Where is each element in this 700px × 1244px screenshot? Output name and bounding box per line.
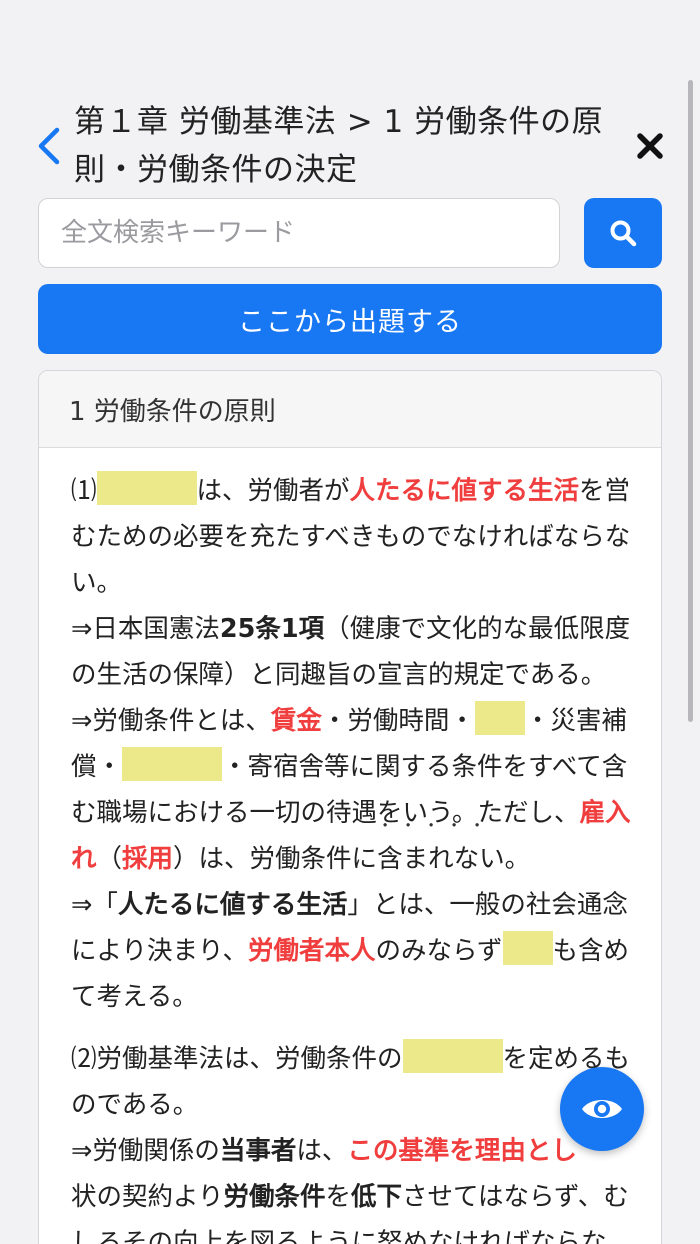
keyword-red: この基準を理由とし (347, 1136, 577, 1166)
page-title-line-2: 則・労働条件の決定 (74, 152, 358, 188)
text: ・寄宿舎等に関する条件をすべて含 (222, 752, 628, 782)
text-line: のである。 (71, 1090, 199, 1120)
text-line: むための必要を充たすべきものでなければならな (71, 522, 631, 552)
card-header-title: 1 労働条件の原則 (69, 396, 276, 427)
text: 状の契約より (71, 1182, 224, 1212)
text: は、労働者が (196, 476, 350, 506)
search-input[interactable] (38, 198, 560, 268)
text: ）は、労働条件に (173, 844, 378, 874)
toggle-answers-button[interactable] (560, 1067, 644, 1151)
text: させてはならず、む (402, 1182, 629, 1212)
text: を営 (579, 476, 631, 506)
text-line: て考える。 (71, 982, 198, 1012)
keyword-bold: 人たるに値する生活 (117, 890, 348, 920)
card-header: 1 労働条件の原則 (39, 371, 661, 448)
keyword-red: れ (71, 844, 97, 874)
text-line: 償・ ・寄宿舎等に関する条件をすべて含 (71, 744, 631, 790)
text: ⇒「 (71, 890, 118, 920)
text-line: い。 (71, 568, 123, 598)
keyword-red: 採用 (122, 844, 174, 874)
text-line: しろその向上を図るように努めなければならな (71, 1228, 607, 1244)
text: ⇒日本国憲法 (71, 614, 220, 644)
hidden-answer-blank[interactable] (474, 701, 525, 735)
text-line: ⇒日本国憲法25条1項（健康で文化的な最低限度 (71, 606, 631, 652)
screen: 第１章 労働基準法 > 1 労働条件の原 則・労働条件の決定 ここから出題する … (0, 0, 700, 1244)
keyword-bold: 25条1項 (219, 614, 325, 644)
text: は、 (296, 1136, 348, 1166)
close-icon (637, 133, 663, 159)
emphasis-dotted-text: 含まれない (377, 844, 505, 874)
keyword-bold: 労働条件 (223, 1182, 326, 1212)
text: ・労働時間・ (321, 706, 475, 736)
text: （ (96, 844, 123, 874)
close-button[interactable] (630, 126, 670, 166)
search-icon (610, 220, 637, 247)
text: のみならず (375, 936, 503, 966)
text-line: ⑵労働基準法は、労働条件の を定めるも (71, 1036, 631, 1082)
hidden-answer-blank[interactable] (502, 931, 553, 965)
text-line: ⇒労働関係の当事者は、この基準を理由とし (71, 1128, 631, 1174)
start-quiz-button[interactable]: ここから出題する (38, 284, 662, 354)
search-button[interactable] (584, 198, 662, 268)
text: ⑵労働基準法は、労働条件の (71, 1044, 403, 1074)
back-button[interactable] (30, 124, 66, 168)
eye-icon (582, 1100, 622, 1118)
text: 」とは、一般の社会通念 (347, 890, 628, 920)
page-title-line-1: 第１章 労働基準法 > 1 労働条件の原 (74, 104, 604, 140)
hidden-answer-blank[interactable] (402, 1039, 503, 1073)
scrollbar[interactable] (688, 80, 693, 722)
text: ⇒労働関係の (71, 1136, 220, 1166)
text-line: により決まり、労働者本人のみならず も含め (71, 928, 631, 974)
text-line: む職場における一切の待遇をいう。ただし、雇入 (71, 790, 631, 836)
paragraph-1: ⑴ は、労働者が人たるに値する生活を営 むための必要を充たすべきものでなければなら… (71, 468, 631, 1020)
text: む職場における一切の待遇をいう。ただし、 (71, 798, 580, 828)
text-line: れ（採用）は、労働条件に含まれない。 (71, 836, 631, 882)
text-line: の生活の保障）と同趣旨の宣言的規定である。 (71, 660, 607, 690)
text: も含め (552, 936, 630, 966)
text: を (325, 1182, 352, 1212)
keyword-red: 労働者本人 (247, 936, 376, 966)
text: ・災害補 (524, 706, 627, 736)
keyword-red: 賃金 (270, 706, 322, 736)
keyword-red: 人たるに値する生活 (349, 476, 580, 506)
keyword-red: 雇入 (579, 798, 631, 828)
text: （健康で文化的な最低限度 (324, 614, 631, 644)
keyword-bold: 低下 (351, 1182, 403, 1212)
page-title: 第１章 労働基準法 > 1 労働条件の原 則・労働条件の決定 (74, 98, 622, 194)
text-line: ⑴ は、労働者が人たるに値する生活を営 (71, 468, 631, 514)
text-line: 状の契約より労働条件を低下させてはならず、む (71, 1174, 631, 1220)
chevron-left-icon (38, 127, 60, 165)
text: 償・ (71, 752, 123, 782)
text: ⇒労働条件とは、 (71, 706, 271, 736)
start-quiz-button-label: ここから出題する (238, 306, 462, 338)
header: 第１章 労働基準法 > 1 労働条件の原 則・労働条件の決定 (0, 96, 700, 196)
text: 。 (504, 844, 531, 874)
keyword-bold: 当事者 (219, 1136, 297, 1166)
text-line: ⇒「人たるに値する生活」とは、一般の社会通念 (71, 882, 631, 928)
hidden-answer-blank[interactable] (96, 471, 197, 505)
hidden-answer-blank[interactable] (122, 747, 223, 781)
paragraph-2: ⑵労働基準法は、労働条件の を定めるも のである。 ⇒労働関係の当事者は、この基準… (71, 1036, 631, 1244)
text-line: ⇒労働条件とは、賃金・労働時間・ ・災害補 (71, 698, 631, 744)
text: ⑴ (71, 476, 97, 506)
text: により決まり、 (71, 936, 248, 966)
